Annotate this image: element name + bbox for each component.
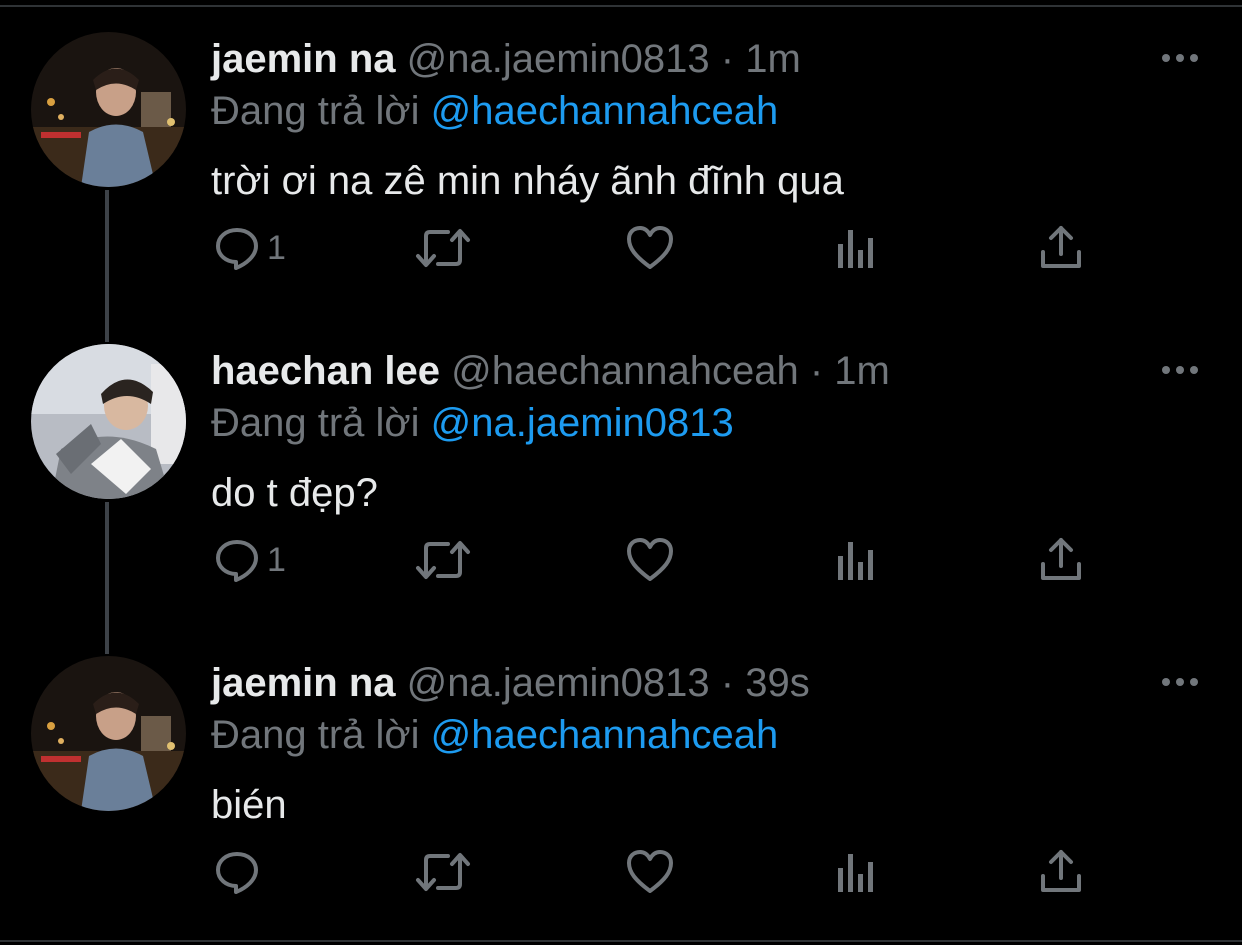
- tweet-header: jaemin na @na.jaemin0813 · 39s: [211, 658, 810, 708]
- replying-to-label: Đang trả lời: [211, 401, 420, 445]
- share-button[interactable]: [1039, 530, 1083, 590]
- share-icon: [1039, 536, 1083, 584]
- replying-to: Đang trả lời @na.jaemin0813: [211, 398, 734, 448]
- mention-link[interactable]: @haechannahceah: [431, 713, 779, 757]
- replying-to-label: Đang trả lời: [211, 89, 420, 133]
- action-bar: 1: [0, 530, 1242, 590]
- tweet-header: jaemin na @na.jaemin0813 · 1m: [211, 34, 801, 84]
- more-icon[interactable]: [1158, 672, 1202, 692]
- retweet-button[interactable]: [414, 842, 472, 902]
- share-button[interactable]: [1039, 218, 1083, 278]
- display-name[interactable]: haechan lee: [211, 349, 440, 393]
- mention-link[interactable]: @haechannahceah: [431, 89, 779, 133]
- more-icon[interactable]: [1158, 48, 1202, 68]
- analytics-icon: [834, 848, 878, 896]
- display-name[interactable]: jaemin na: [211, 661, 396, 705]
- reply-count: 1: [267, 540, 286, 579]
- analytics-icon: [834, 536, 878, 584]
- reply-button[interactable]: 1: [213, 218, 286, 278]
- user-handle[interactable]: @haechannahceah: [451, 349, 799, 393]
- tweet-text: bién: [211, 783, 287, 827]
- action-bar: [0, 842, 1242, 902]
- reply-icon: [213, 536, 261, 584]
- heart-icon: [625, 224, 675, 272]
- mention-link[interactable]: @na.jaemin0813: [431, 401, 734, 445]
- reply-icon: [213, 224, 261, 272]
- share-icon: [1039, 848, 1083, 896]
- separator: ·: [720, 661, 735, 705]
- tweet-text: do t đẹp?: [211, 471, 378, 515]
- heart-icon: [625, 848, 675, 896]
- more-icon[interactable]: [1158, 360, 1202, 380]
- retweet-button[interactable]: [414, 218, 472, 278]
- reply-button[interactable]: 1: [213, 530, 286, 590]
- analytics-icon: [834, 224, 878, 272]
- replying-to: Đang trả lời @haechannahceah: [211, 710, 778, 760]
- retweet-icon: [414, 224, 472, 272]
- bottom-divider: [0, 940, 1242, 942]
- like-button[interactable]: [625, 218, 675, 278]
- reply-count: 1: [267, 228, 286, 267]
- separator: ·: [809, 349, 824, 393]
- tweet[interactable]: jaemin na @na.jaemin0813 · 39s Đang trả …: [0, 624, 1242, 936]
- replying-to: Đang trả lời @haechannahceah: [211, 86, 778, 136]
- display-name[interactable]: jaemin na: [211, 37, 396, 81]
- replying-to-label: Đang trả lời: [211, 713, 420, 757]
- avatar[interactable]: [31, 344, 186, 499]
- tweet-text: trời ơi na zê min nháy ãnh đĩnh qua: [211, 159, 844, 203]
- views-button[interactable]: [834, 218, 878, 278]
- separator: ·: [720, 37, 735, 81]
- tweet-header: haechan lee @haechannahceah · 1m: [211, 346, 890, 396]
- reply-button[interactable]: [213, 842, 267, 902]
- views-button[interactable]: [834, 842, 878, 902]
- share-icon: [1039, 224, 1083, 272]
- like-button[interactable]: [625, 530, 675, 590]
- tweet[interactable]: jaemin na @na.jaemin0813 · 1m Đang trả l…: [0, 0, 1242, 312]
- timestamp[interactable]: 1m: [745, 37, 801, 81]
- timestamp[interactable]: 39s: [745, 661, 810, 705]
- timestamp[interactable]: 1m: [834, 349, 890, 393]
- views-button[interactable]: [834, 530, 878, 590]
- user-handle[interactable]: @na.jaemin0813: [407, 37, 710, 81]
- avatar[interactable]: [31, 32, 186, 187]
- reply-icon: [213, 848, 261, 896]
- user-handle[interactable]: @na.jaemin0813: [407, 661, 710, 705]
- avatar[interactable]: [31, 656, 186, 811]
- retweet-button[interactable]: [414, 530, 472, 590]
- action-bar: 1: [0, 218, 1242, 278]
- share-button[interactable]: [1039, 842, 1083, 902]
- retweet-icon: [414, 536, 472, 584]
- like-button[interactable]: [625, 842, 675, 902]
- heart-icon: [625, 536, 675, 584]
- retweet-icon: [414, 848, 472, 896]
- tweet[interactable]: haechan lee @haechannahceah · 1m Đang tr…: [0, 312, 1242, 624]
